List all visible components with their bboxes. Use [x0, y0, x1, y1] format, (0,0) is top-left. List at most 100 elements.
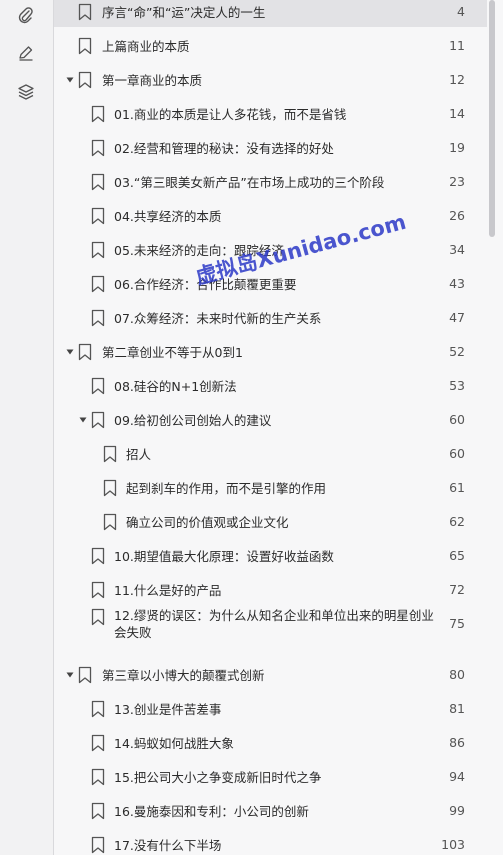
pen-icon[interactable]: [14, 41, 38, 65]
left-tool-rail: [0, 0, 54, 855]
bookmark-icon: [78, 3, 92, 21]
toc-item-label: 14.蚂蚁如何战胜大象: [114, 735, 234, 751]
bookmark-icon: [91, 377, 105, 395]
toc-item-page-number: 72: [449, 582, 465, 597]
toc-item-label: 招人: [126, 446, 152, 462]
scrollbar-thumb[interactable]: [489, 0, 495, 237]
toc-item-page-number: 86: [449, 735, 465, 750]
toc-item-label: 02.经营和管理的秘诀：没有选择的好处: [114, 140, 334, 156]
toc-item[interactable]: 02.经营和管理的秘诀：没有选择的好处 19: [54, 133, 487, 163]
toc-item-label: 04.共享经济的本质: [114, 208, 222, 224]
toc-item-label: 01.商业的本质是让人多花钱，而不是省钱: [114, 106, 347, 122]
toc-item[interactable]: 11.什么是好的产品 72: [54, 575, 487, 605]
toc-item-label: 上篇商业的本质: [102, 38, 190, 54]
toc-item[interactable]: 第一章商业的本质 12: [54, 65, 487, 95]
toc-item[interactable]: 01.商业的本质是让人多花钱，而不是省钱 14: [54, 99, 487, 129]
toc-item-page-number: 23: [449, 174, 465, 189]
bookmark-icon: [91, 734, 105, 752]
toc-item-label: 确立公司的价值观或企业文化: [126, 514, 289, 530]
bookmark-icon: [91, 608, 105, 626]
toc-item-page-number: 47: [449, 310, 465, 325]
toc-item[interactable]: 09.给初创公司创始人的建议 60: [54, 405, 487, 435]
expand-caret-icon[interactable]: [65, 347, 75, 357]
toc-item[interactable]: 招人 60: [54, 439, 487, 469]
toc-item-label: 第二章创业不等于从0到1: [102, 344, 243, 360]
toc-item-page-number: 103: [441, 837, 465, 852]
toc-item[interactable]: 03.“第三眼美女新产品”在市场上成功的三个阶段 23: [54, 167, 487, 197]
expand-caret-icon[interactable]: [65, 670, 75, 680]
bookmark-icon: [91, 139, 105, 157]
toc-item[interactable]: 第三章以小博大的颠覆式创新 80: [54, 660, 487, 690]
toc-item-page-number: 61: [449, 480, 465, 495]
toc-item-label: 08.硅谷的N+1创新法: [114, 378, 237, 394]
bookmark-icon: [91, 547, 105, 565]
toc-item-page-number: 60: [449, 446, 465, 461]
bookmark-icon: [91, 411, 105, 429]
toc-item-label: 第一章商业的本质: [102, 72, 203, 88]
toc-item[interactable]: 第二章创业不等于从0到1 52: [54, 337, 487, 367]
bookmark-icon: [78, 71, 92, 89]
toc-item[interactable]: 15.把公司大小之争变成新旧时代之争 94: [54, 762, 487, 792]
toc-item-page-number: 12: [449, 72, 465, 87]
toc-item-label: 13.创业是件苦差事: [114, 701, 222, 717]
toc-item[interactable]: 17.没有什么下半场 103: [54, 830, 487, 855]
toc-item[interactable]: 06.合作经济：合作比颠覆更重要 43: [54, 269, 487, 299]
toc-item[interactable]: 08.硅谷的N+1创新法 53: [54, 371, 487, 401]
toc-item-page-number: 19: [449, 140, 465, 155]
table-of-contents-panel: 序言“命”和“运”决定人的一生 4 上篇商业的本质 11 第一章商业的本质 12 01.商业…: [54, 0, 487, 855]
toc-item-page-number: 43: [449, 276, 465, 291]
bookmark-icon: [78, 666, 92, 684]
toc-item-label: 17.没有什么下半场: [114, 837, 222, 853]
toc-item-label: 03.“第三眼美女新产品”在市场上成功的三个阶段: [114, 174, 385, 190]
bookmark-icon: [78, 37, 92, 55]
bookmark-icon: [91, 207, 105, 225]
toc-item-page-number: 4: [457, 4, 465, 19]
toc-item-page-number: 75: [449, 616, 465, 631]
toc-item-page-number: 60: [449, 412, 465, 427]
toc-item[interactable]: 16.曼施泰因和专利：小公司的创新 99: [54, 796, 487, 826]
toc-item-page-number: 62: [449, 514, 465, 529]
bookmark-icon: [91, 768, 105, 786]
toc-item[interactable]: 上篇商业的本质 11: [54, 31, 487, 61]
toc-item[interactable]: 13.创业是件苦差事 81: [54, 694, 487, 724]
toc-item[interactable]: 05.未来经济的走向：跟踪经济 34: [54, 235, 487, 265]
bookmark-icon: [91, 309, 105, 327]
toc-item-page-number: 65: [449, 548, 465, 563]
bookmark-icon: [91, 241, 105, 259]
toc-item-page-number: 81: [449, 701, 465, 716]
toc-item-page-number: 14: [449, 106, 465, 121]
toc-item-page-number: 11: [449, 38, 465, 53]
bookmark-icon: [91, 105, 105, 123]
toc-item-page-number: 53: [449, 378, 465, 393]
toc-item-label: 12.缪贤的误区：为什么从知名企业和单位出来的明星创业会失败: [114, 608, 434, 640]
toc-item-label: 11.什么是好的产品: [114, 582, 222, 598]
bookmark-icon: [91, 836, 105, 854]
toc-item[interactable]: 12.缪贤的误区：为什么从知名企业和单位出来的明星创业会失败 75: [54, 602, 487, 646]
bookmark-icon: [91, 802, 105, 820]
layers-icon[interactable]: [14, 80, 38, 104]
toc-item-page-number: 94: [449, 769, 465, 784]
toc-item[interactable]: 确立公司的价值观或企业文化 62: [54, 507, 487, 537]
expand-caret-icon[interactable]: [78, 415, 88, 425]
paperclip-icon[interactable]: [14, 4, 38, 28]
expand-caret-icon[interactable]: [65, 75, 75, 85]
toc-item[interactable]: 起到刹车的作用，而不是引擎的作用 61: [54, 473, 487, 503]
toc-item[interactable]: 04.共享经济的本质 26: [54, 201, 487, 231]
toc-item-label: 15.把公司大小之争变成新旧时代之争: [114, 769, 322, 785]
toc-item-label: 起到刹车的作用，而不是引擎的作用: [126, 480, 327, 496]
bookmark-icon: [91, 581, 105, 599]
toc-item-label: 05.未来经济的走向：跟踪经济: [114, 242, 284, 258]
toc-item[interactable]: 14.蚂蚁如何战胜大象 86: [54, 728, 487, 758]
toc-item-page-number: 80: [449, 667, 465, 682]
toc-item-label: 07.众筹经济：未来时代新的生产关系: [114, 310, 322, 326]
bookmark-icon: [103, 513, 117, 531]
toc-item-label: 第三章以小博大的颠覆式创新: [102, 667, 265, 683]
toc-item-page-number: 52: [449, 344, 465, 359]
toc-item[interactable]: 序言“命”和“运”决定人的一生 4: [54, 0, 487, 27]
toc-item-page-number: 26: [449, 208, 465, 223]
bookmark-icon: [91, 275, 105, 293]
toc-item-label: 09.给初创公司创始人的建议: [114, 412, 272, 428]
toc-item[interactable]: 07.众筹经济：未来时代新的生产关系 47: [54, 303, 487, 333]
bookmark-icon: [103, 445, 117, 463]
toc-item[interactable]: 10.期望值最大化原理：设置好收益函数 65: [54, 541, 487, 571]
